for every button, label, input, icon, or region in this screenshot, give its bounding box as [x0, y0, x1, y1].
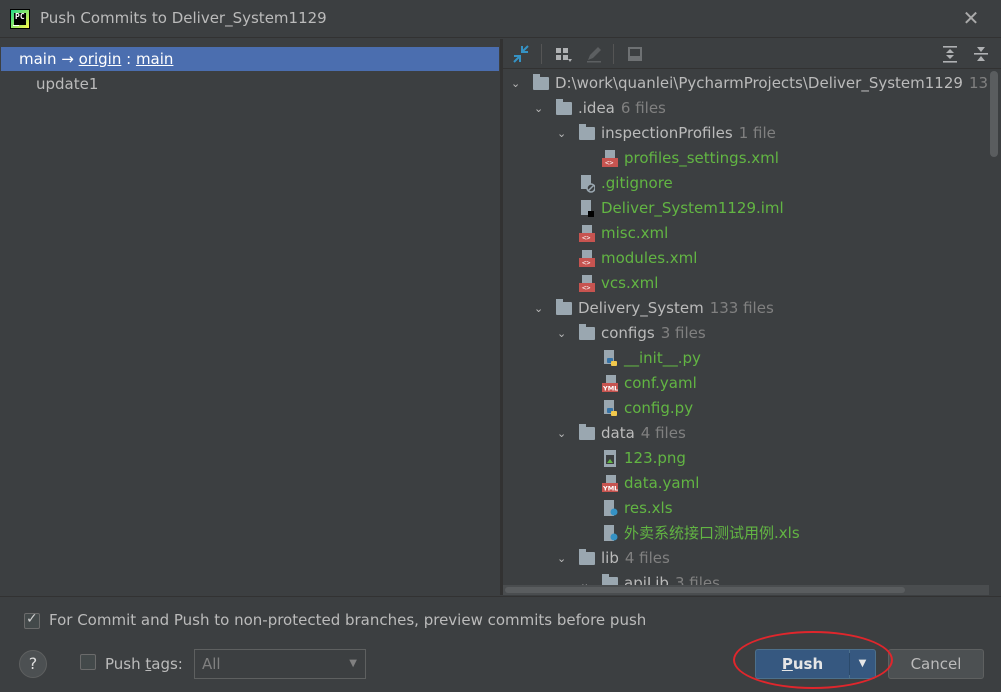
- branch-row[interactable]: main → origin : main: [1, 47, 499, 71]
- svg-text:<>: <>: [582, 259, 590, 267]
- arrow-icon: →: [61, 50, 74, 68]
- tree-label: inspectionProfiles: [601, 124, 733, 142]
- preview-commits-label: For Commit and Push to non-protected bra…: [49, 611, 647, 629]
- commits-pane: main → origin : main update1: [0, 39, 500, 595]
- file-count: 3 files: [660, 324, 706, 342]
- pycharm-logo-icon: PC: [10, 9, 30, 29]
- xml-file-icon: <>: [579, 225, 595, 242]
- ignore-file-icon: [581, 175, 595, 193]
- compare-icon[interactable]: [510, 43, 532, 65]
- xml-file-icon: <>: [579, 250, 595, 267]
- svg-text:YML: YML: [602, 385, 618, 393]
- file-count: 4 files: [624, 549, 670, 567]
- svg-text:YML: YML: [602, 485, 618, 493]
- file-count: 133 files: [709, 299, 774, 317]
- chevron-down-icon[interactable]: ⌄: [534, 96, 548, 121]
- preview-commits-checkbox[interactable]: ✓: [24, 611, 40, 629]
- xls-file-icon: [604, 525, 618, 541]
- branch-separator: :: [121, 50, 136, 68]
- tree-label: lib: [601, 549, 619, 567]
- image-file-icon: [604, 450, 616, 467]
- changes-pane: ⌄ D:\work\quanlei\PycharmProjects\Delive…: [503, 39, 1001, 595]
- help-button[interactable]: ?: [19, 650, 47, 678]
- expand-all-icon[interactable]: [939, 43, 961, 65]
- push-tags-label: Push tags:: [105, 655, 183, 673]
- folder-icon: [579, 424, 595, 440]
- tree-label: .idea: [578, 99, 615, 117]
- folder-icon: [579, 324, 595, 340]
- folder-icon: [556, 299, 572, 315]
- tree-label: Delivery_System: [578, 299, 704, 317]
- local-branch: main: [19, 50, 57, 68]
- changes-toolbar: [503, 39, 1001, 69]
- xls-file-icon: [604, 500, 618, 516]
- yaml-file-icon: YML: [602, 375, 618, 393]
- remote-link[interactable]: origin: [79, 50, 122, 68]
- file-count: 6 files: [620, 99, 666, 117]
- push-tags-select: All ▼: [194, 649, 366, 679]
- yaml-file-icon: YML: [602, 475, 618, 493]
- chevron-down-icon[interactable]: ⌄: [557, 421, 571, 446]
- tree-label: data: [601, 424, 635, 442]
- tree-label: misc.xml: [601, 224, 669, 242]
- folder-icon: [556, 99, 572, 115]
- iml-file-icon: [581, 200, 594, 217]
- tree-label: profiles_settings.xml: [624, 149, 779, 167]
- tree-label: res.xls: [624, 499, 673, 517]
- tree-label: conf.yaml: [624, 374, 697, 392]
- file-count: 4 files: [640, 424, 686, 442]
- tree-label: 123.png: [624, 449, 686, 467]
- folder-icon: [533, 74, 549, 90]
- tree-label: vcs.xml: [601, 274, 659, 292]
- tree-label: modules.xml: [601, 249, 698, 267]
- commit-item[interactable]: update1: [36, 72, 98, 96]
- file-count: 1 file: [738, 124, 776, 142]
- changes-tree: ⌄ D:\work\quanlei\PycharmProjects\Delive…: [503, 71, 989, 595]
- chevron-down-icon[interactable]: ⌄: [557, 321, 571, 346]
- cancel-button[interactable]: Cancel: [888, 649, 984, 679]
- chevron-down-icon: ▼: [349, 658, 357, 669]
- chevron-down-icon[interactable]: ⌄: [511, 71, 525, 96]
- collapse-all-icon[interactable]: [970, 43, 992, 65]
- xml-file-icon: <>: [579, 275, 595, 292]
- tree-label: .gitignore: [601, 174, 673, 192]
- push-tags-checkbox[interactable]: [80, 654, 96, 670]
- tree-label: 外卖系统接口测试用例.xls: [624, 524, 800, 542]
- horizontal-scrollbar[interactable]: [503, 585, 989, 595]
- tags-select-value: All: [202, 655, 221, 673]
- tree-label: config.py: [624, 399, 694, 417]
- folder-icon: [579, 124, 595, 140]
- tree-label: configs: [601, 324, 655, 342]
- edit-icon: [583, 43, 605, 65]
- tree-label: Deliver_System1129.iml: [601, 199, 784, 217]
- svg-text:<>: <>: [582, 234, 590, 242]
- group-by-icon[interactable]: [553, 43, 575, 65]
- chevron-down-icon[interactable]: ⌄: [557, 121, 571, 146]
- tree-label: data.yaml: [624, 474, 700, 492]
- close-icon[interactable]: ✕: [961, 7, 981, 29]
- svg-text:<>: <>: [582, 284, 590, 292]
- file-count: 139 fi: [968, 74, 989, 92]
- python-file-icon: [604, 350, 617, 366]
- tree-label: __init__.py: [624, 349, 701, 367]
- window-title: Push Commits to Deliver_System1129: [40, 9, 327, 27]
- folder-icon: [579, 549, 595, 565]
- title-bar: PC Push Commits to Deliver_System1129 ✕: [0, 0, 1001, 38]
- highlight-annotation: [733, 631, 893, 689]
- svg-text:<>: <>: [605, 159, 613, 167]
- python-file-icon: [604, 400, 617, 416]
- preview-diff-icon[interactable]: [624, 43, 646, 65]
- tree-label: D:\work\quanlei\PycharmProjects\Deliver_…: [555, 74, 963, 92]
- remote-branch-link[interactable]: main: [136, 50, 173, 68]
- chevron-down-icon[interactable]: ⌄: [557, 546, 571, 571]
- vertical-scrollbar[interactable]: [990, 71, 998, 157]
- chevron-down-icon[interactable]: ⌄: [534, 296, 548, 321]
- xml-file-icon: <>: [602, 150, 618, 167]
